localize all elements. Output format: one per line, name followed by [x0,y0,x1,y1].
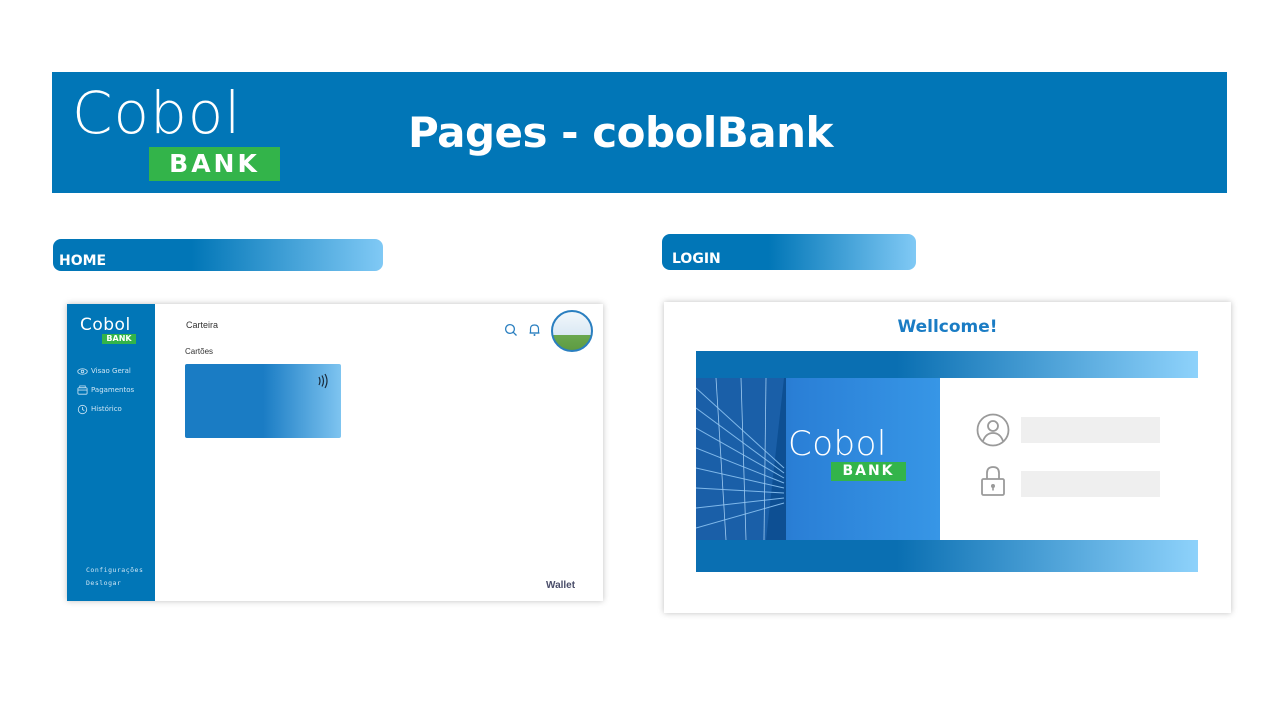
credit-card[interactable] [185,364,341,438]
login-logo-word: Cobol [788,424,887,464]
welcome-heading: Wellcome! [897,317,998,337]
username-field[interactable] [1021,417,1160,443]
section-label-login: LOGIN [662,234,916,270]
logout-link[interactable]: Deslogar [86,579,121,587]
lock-icon [981,466,1005,496]
sidebar-item-pagamentos[interactable]: Pagamentos [77,384,134,396]
section-label-home: HOME [53,239,383,271]
password-field[interactable] [1021,471,1160,497]
cards-label: Cartões [185,347,214,356]
home-logo-badge: BANK [102,334,136,344]
sidebar-item-visao-geral[interactable]: Visao Geral [77,365,131,377]
wallet-label: Wallet [546,580,576,591]
user-icon [976,413,1010,447]
login-form [940,378,1198,540]
bell-icon[interactable] [528,323,541,337]
banner-logo-word: Cobol [72,79,242,147]
home-sidebar [67,304,155,601]
contactless-icon [318,373,328,389]
sidebar-item-label: Visao Geral [91,367,131,375]
payments-icon [77,385,88,395]
login-logo-badge: BANK [831,462,906,481]
history-icon [77,404,88,414]
avatar[interactable] [551,310,593,352]
home-logo-word: Cobol [80,315,131,335]
eye-icon [77,367,88,375]
home-title: Carteira [186,320,219,330]
settings-link[interactable]: Configurações [86,566,143,574]
sidebar-item-label: Pagamentos [91,386,135,394]
banner-logo-badge: BANK [149,147,280,181]
sidebar-item-historico[interactable]: Histórico [77,403,122,415]
page-title: Pages - cobolBank [408,108,833,157]
search-icon[interactable] [504,323,518,337]
sidebar-item-label: Histórico [91,405,122,413]
